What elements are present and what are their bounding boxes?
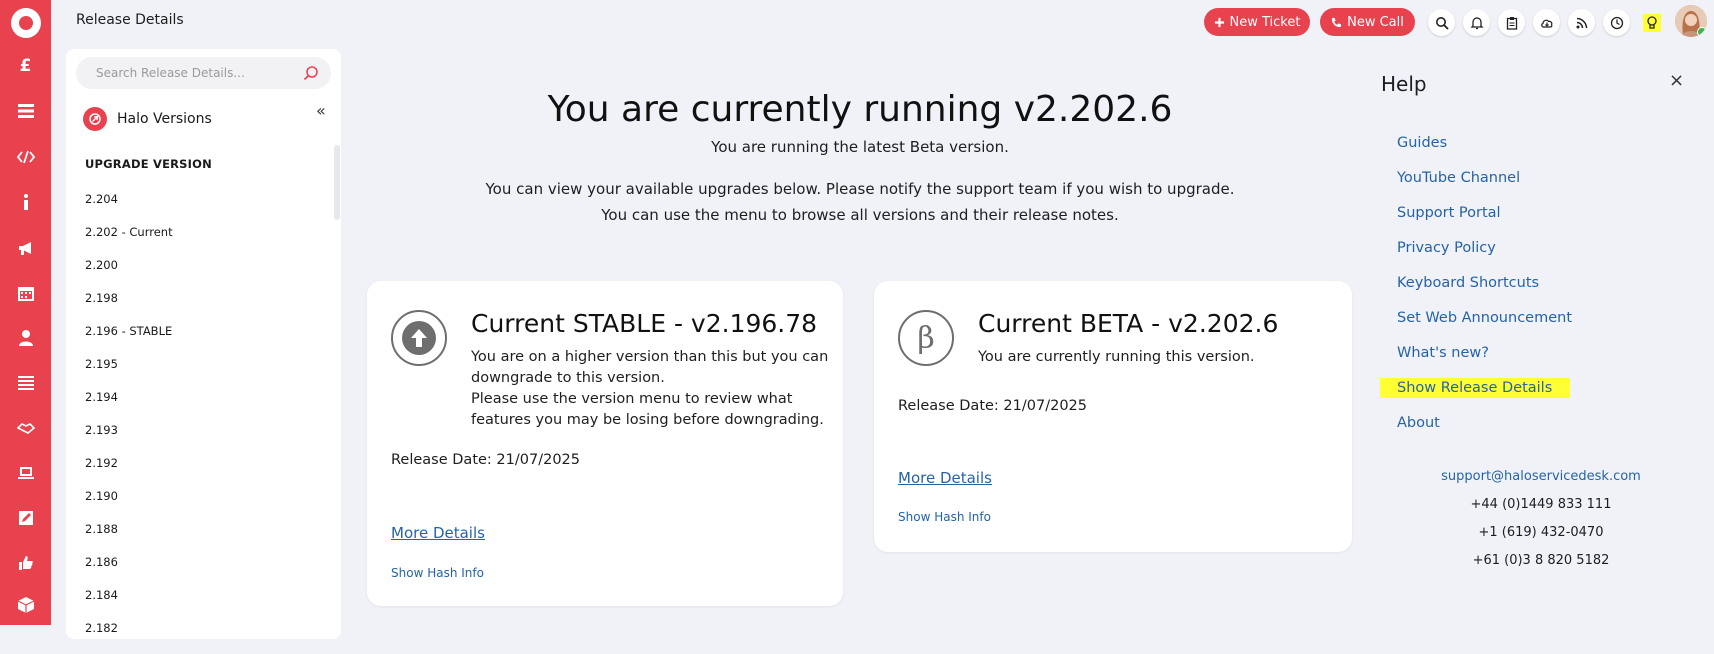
online-status-dot <box>1697 27 1707 37</box>
help-link-privacy[interactable]: Privacy Policy <box>1397 240 1572 275</box>
stable-description: You are on a higher version than this bu… <box>471 347 828 431</box>
handshake-icon[interactable] <box>0 413 51 443</box>
arrow-up-circle-icon <box>391 310 447 366</box>
search-icon[interactable] <box>303 65 319 81</box>
cloud-download-icon[interactable] <box>1533 9 1560 36</box>
rss-icon[interactable] <box>1568 9 1595 36</box>
version-item[interactable]: 2.184 <box>85 588 173 621</box>
page-title: Release Details <box>76 12 184 28</box>
search-field[interactable]: Search Release Details... <box>76 57 331 89</box>
version-item[interactable]: 2.190 <box>85 489 173 522</box>
version-item[interactable]: 2.195 <box>85 357 173 390</box>
beta-title: Current BETA - v2.202.6 <box>978 309 1279 338</box>
version-item[interactable]: 2.182 <box>85 621 173 654</box>
stable-card: Current STABLE - v2.196.78 You are on a … <box>367 281 843 606</box>
new-call-button[interactable]: New Call <box>1320 8 1415 36</box>
stable-desc-line: You are on a higher version than this bu… <box>471 349 829 365</box>
menu-info-text: You can use the menu to browse all versi… <box>601 206 1119 224</box>
avatar[interactable] <box>1675 5 1707 37</box>
beta-description: You are currently running this version. <box>978 349 1255 365</box>
release-sidebar: Search Release Details... Halo Versions … <box>66 49 341 639</box>
phone-icon <box>1332 17 1342 27</box>
upgrade-version-heading: UPGRADE VERSION <box>85 157 212 171</box>
version-item[interactable]: 2.193 <box>85 423 173 456</box>
help-title: Help <box>1381 72 1427 96</box>
phone-uk: +44 (0)1449 833 111 <box>1470 497 1612 512</box>
help-link-shortcuts[interactable]: Keyboard Shortcuts <box>1397 275 1572 310</box>
beta-symbol: β <box>917 320 935 356</box>
collapse-icon[interactable]: « <box>316 101 326 120</box>
thumbs-up-icon[interactable] <box>0 548 51 578</box>
new-ticket-button[interactable]: New Ticket <box>1204 8 1310 36</box>
phone-us: +1 (619) 432-0470 <box>1478 525 1604 540</box>
clipboard-icon[interactable] <box>1498 9 1525 36</box>
calendar-icon[interactable] <box>0 278 51 308</box>
help-link-whats-new[interactable]: What's new? <box>1397 345 1572 380</box>
clock-icon[interactable] <box>1603 9 1630 36</box>
scrollbar[interactable] <box>334 145 340 220</box>
support-email-link[interactable]: support@haloservicedesk.com <box>1381 469 1701 484</box>
phone-au: +61 (0)3 8 820 5182 <box>1472 553 1610 568</box>
close-icon[interactable]: × <box>1669 70 1684 91</box>
megaphone-icon[interactable] <box>0 233 51 263</box>
stable-desc-line: Please use the version menu to review wh… <box>471 391 793 407</box>
version-item[interactable]: 2.196 - STABLE <box>85 324 173 357</box>
help-links: Guides YouTube Channel Support Portal Pr… <box>1380 135 1572 450</box>
help-link-youtube[interactable]: YouTube Channel <box>1397 170 1572 205</box>
stable-release-date: Release Date: 21/07/2025 <box>391 452 580 468</box>
version-item[interactable]: 2.200 <box>85 258 173 291</box>
menu-icon[interactable] <box>0 368 51 398</box>
help-link-release-details[interactable]: Show Release Details <box>1380 378 1572 415</box>
beta-more-details-link[interactable]: More Details <box>898 469 992 487</box>
help-link-guides[interactable]: Guides <box>1397 135 1572 170</box>
left-rail: £ <box>0 0 51 625</box>
beta-card: β Current BETA - v2.202.6 You are curren… <box>874 281 1352 552</box>
release-details-label: Show Release Details <box>1380 378 1571 398</box>
stable-desc-line: features you may be losing before downgr… <box>471 412 824 428</box>
new-call-label: New Call <box>1347 14 1404 30</box>
search-placeholder: Search Release Details... <box>96 66 245 80</box>
edit-icon[interactable] <box>0 503 51 533</box>
version-list: 2.204 2.202 - Current 2.200 2.198 2.196 … <box>85 192 173 654</box>
pound-symbol: £ <box>19 56 32 76</box>
help-link-support-portal[interactable]: Support Portal <box>1397 205 1572 240</box>
bell-icon[interactable] <box>1463 9 1490 36</box>
version-icon <box>83 107 107 131</box>
stable-show-hash-link[interactable]: Show Hash Info <box>391 566 484 580</box>
halo-versions-header[interactable]: Halo Versions <box>83 107 212 131</box>
version-item[interactable]: 2.186 <box>85 555 173 588</box>
new-ticket-label: New Ticket <box>1229 14 1301 30</box>
current-version-title: You are currently running v2.202.6 <box>547 89 1173 130</box>
version-item[interactable]: 2.194 <box>85 390 173 423</box>
box-icon[interactable] <box>0 590 51 620</box>
plus-icon <box>1214 17 1224 27</box>
version-item[interactable]: 2.192 <box>85 456 173 489</box>
stable-desc-line: downgrade to this version. <box>471 370 665 386</box>
code-icon[interactable] <box>0 142 51 172</box>
version-item[interactable]: 2.204 <box>85 192 173 225</box>
beta-icon: β <box>898 310 954 366</box>
stable-more-details-link[interactable]: More Details <box>391 524 485 542</box>
info-icon[interactable] <box>0 187 51 217</box>
version-item[interactable]: 2.202 - Current <box>85 225 173 258</box>
lightbulb-icon[interactable] <box>1638 9 1665 36</box>
list-icon[interactable] <box>0 96 51 126</box>
help-link-about[interactable]: About <box>1397 415 1572 450</box>
version-item[interactable]: 2.188 <box>85 522 173 555</box>
help-link-announcement[interactable]: Set Web Announcement <box>1397 310 1572 345</box>
user-icon[interactable] <box>0 323 51 353</box>
pound-icon[interactable]: £ <box>0 51 51 81</box>
search-icon[interactable] <box>1428 9 1455 36</box>
halo-versions-label: Halo Versions <box>117 111 212 127</box>
logo[interactable] <box>11 8 41 38</box>
stable-title: Current STABLE - v2.196.78 <box>471 309 818 338</box>
version-item[interactable]: 2.198 <box>85 291 173 324</box>
beta-status-text: You are running the latest Beta version. <box>711 138 1009 156</box>
beta-release-date: Release Date: 21/07/2025 <box>898 398 1087 414</box>
upgrade-info-text: You can view your available upgrades bel… <box>485 180 1235 198</box>
beta-show-hash-link[interactable]: Show Hash Info <box>898 510 991 524</box>
laptop-icon[interactable] <box>0 458 51 488</box>
